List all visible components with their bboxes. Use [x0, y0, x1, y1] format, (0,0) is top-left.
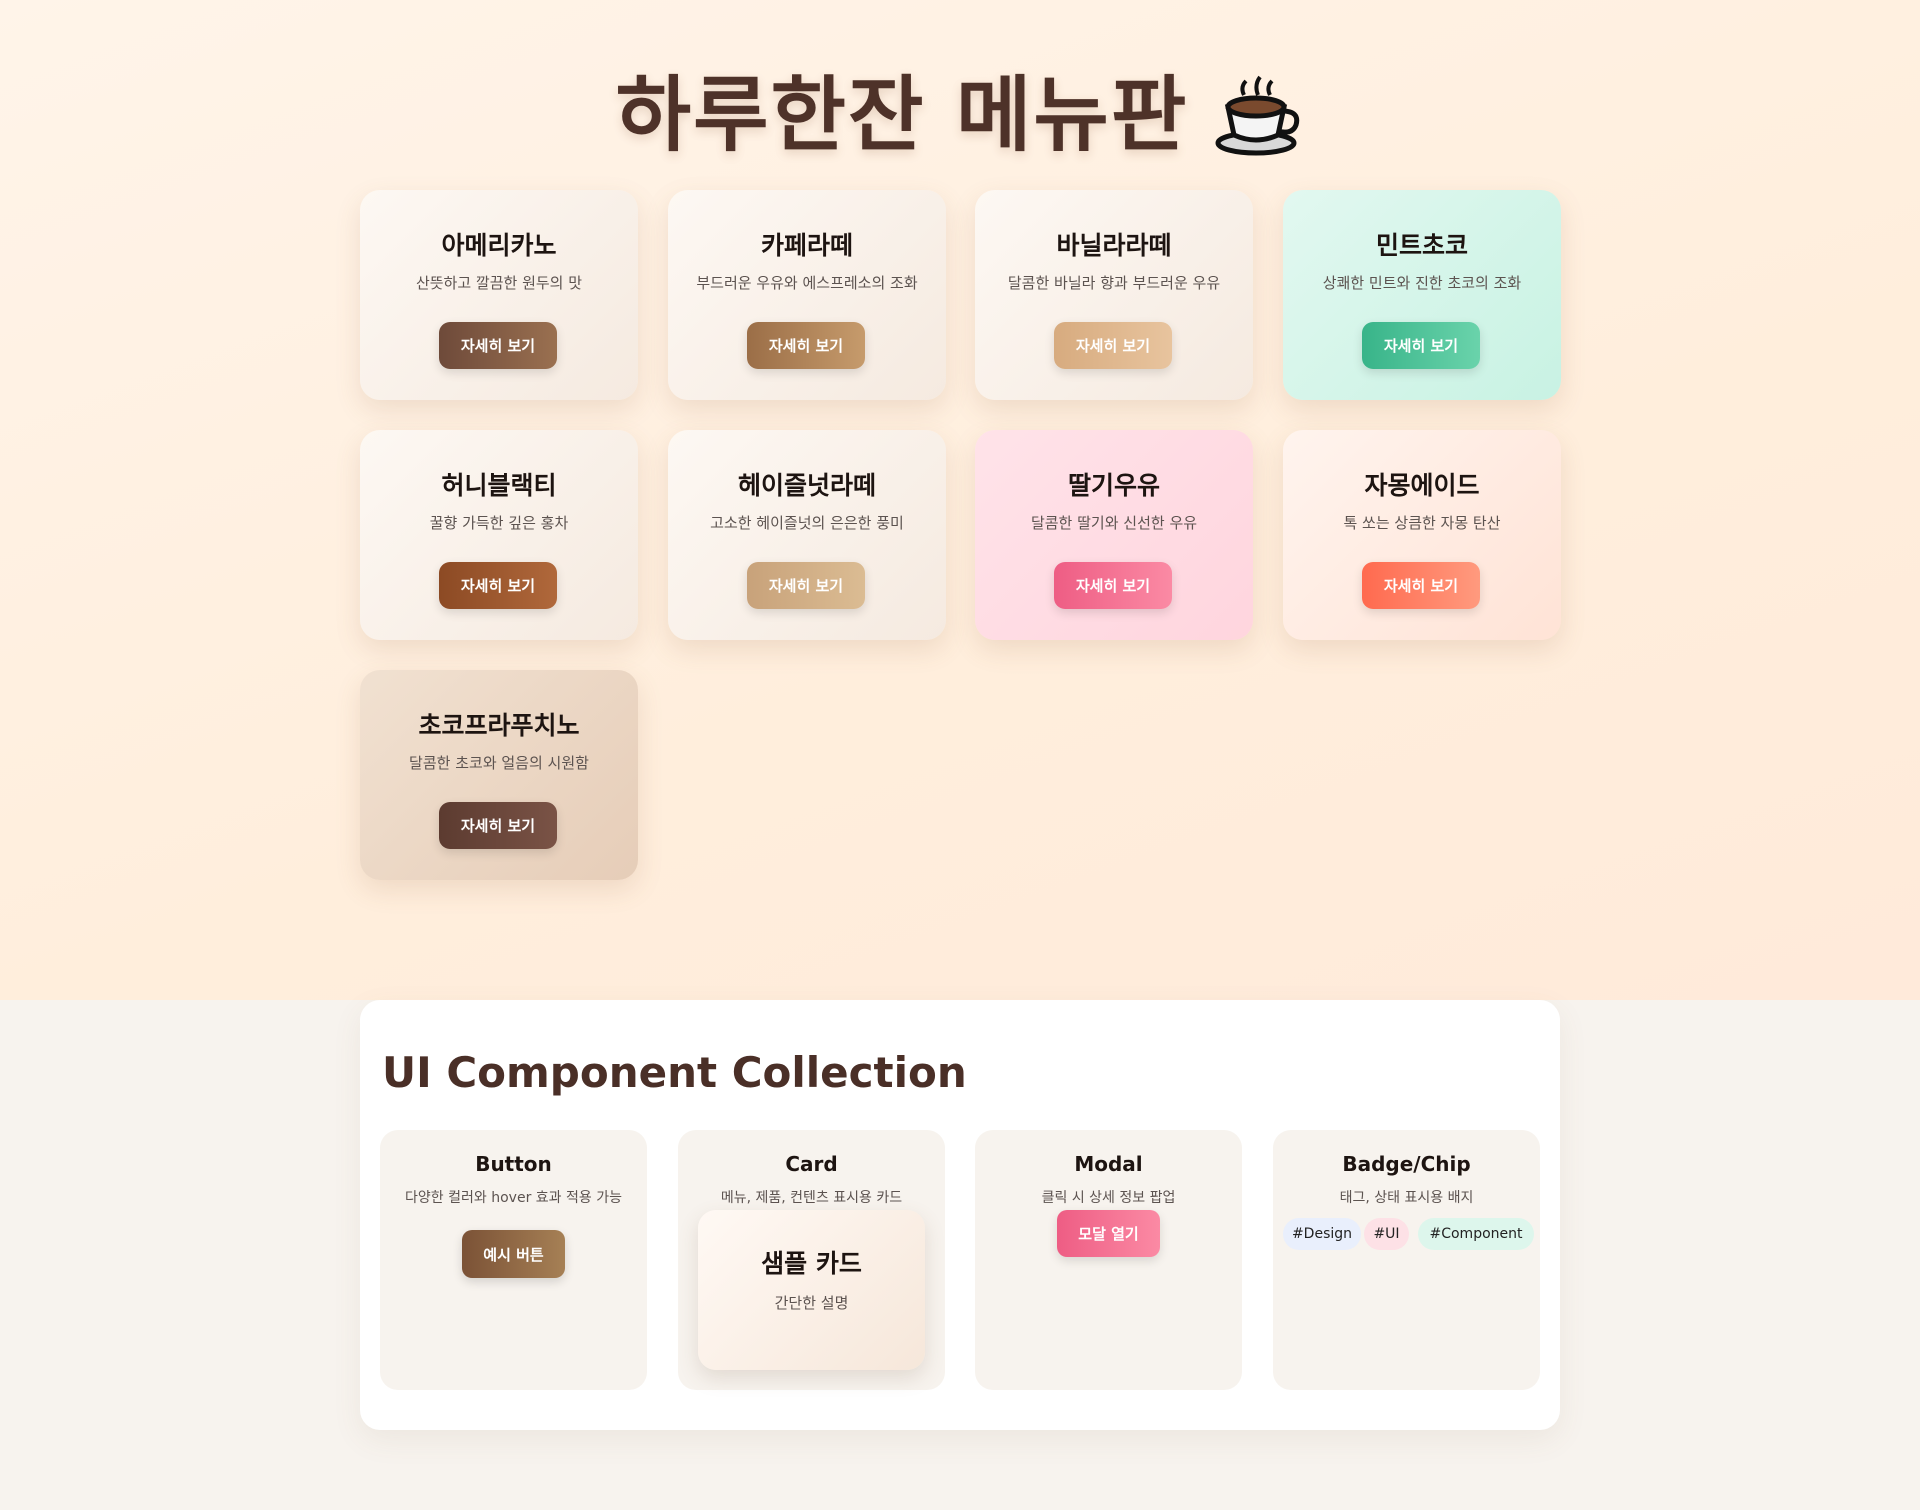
- example-button[interactable]: 예시 버튼: [462, 1230, 565, 1278]
- detail-button-grapefruit-ade[interactable]: 자세히 보기: [1362, 562, 1480, 609]
- menu-desc: 달콤한 바닐라 향과 부드러운 우유: [1007, 274, 1221, 292]
- detail-button-strawberry-milk[interactable]: 자세히 보기: [1054, 562, 1172, 609]
- menu-desc: 톡 쏘는 상큼한 자몽 탄산: [1343, 514, 1501, 532]
- open-modal-button[interactable]: 모달 열기: [1057, 1210, 1160, 1257]
- component-title: Badge/Chip: [1342, 1152, 1471, 1176]
- menu-desc: 산뜻하고 깔끔한 원두의 맛: [415, 274, 583, 292]
- component-desc: 태그, 상태 표시용 배지: [1339, 1190, 1474, 1206]
- menu-card-americano: 아메리카노 산뜻하고 깔끔한 원두의 맛 자세히 보기: [360, 190, 638, 400]
- detail-button-cafe-latte[interactable]: 자세히 보기: [747, 322, 865, 369]
- chip-design[interactable]: #Design: [1283, 1218, 1361, 1250]
- menu-name: 헤이즐넛라떼: [737, 471, 876, 500]
- menu-name: 허니블랙티: [441, 471, 557, 500]
- component-modal-panel: Modal 클릭 시 상세 정보 팝업 모달 열기: [975, 1130, 1242, 1390]
- menu-card-choco-frappuccino: 초코프라푸치노 달콤한 초코와 얼음의 시원함 자세히 보기: [360, 670, 638, 880]
- menu-desc: 부드러운 우유와 에스프레소의 조화: [696, 274, 918, 292]
- menu-card-mint-choco: 민트초코 상쾌한 민트와 진한 초코의 조화 자세히 보기: [1283, 190, 1561, 400]
- component-desc: 다양한 컬러와 hover 효과 적용 가능: [405, 1190, 622, 1206]
- menu-desc: 달콤한 초코와 얼음의 시원함: [409, 754, 589, 772]
- sample-card-desc: 간단한 설명: [774, 1294, 849, 1312]
- sample-card[interactable]: 샘플 카드 간단한 설명: [698, 1210, 925, 1370]
- detail-button-mint-choco[interactable]: 자세히 보기: [1362, 322, 1480, 369]
- menu-name: 딸기우유: [1067, 471, 1160, 500]
- component-title: Card: [785, 1152, 838, 1176]
- menu-card-grapefruit-ade: 자몽에이드 톡 쏘는 상큼한 자몽 탄산 자세히 보기: [1283, 430, 1561, 640]
- menu-card-cafe-latte: 카페라떼 부드러운 우유와 에스프레소의 조화 자세히 보기: [668, 190, 946, 400]
- menu-desc: 상쾌한 민트와 진한 초코의 조화: [1322, 274, 1522, 292]
- component-card-panel: Card 메뉴, 제품, 컨텐츠 표시용 카드 샘플 카드 간단한 설명: [678, 1130, 945, 1390]
- menu-desc: 달콤한 딸기와 신선한 우유: [1030, 514, 1198, 532]
- chip-list: #Design #UI #Component: [1273, 1218, 1540, 1250]
- menu-card-honey-black-tea: 허니블랙티 꿀향 가득한 깊은 홍차 자세히 보기: [360, 430, 638, 640]
- menu-name: 초코프라푸치노: [418, 711, 580, 740]
- coffee-cup-icon: [1212, 69, 1304, 161]
- menu-name: 민트초코: [1375, 231, 1468, 260]
- sample-card-title: 샘플 카드: [761, 1249, 862, 1278]
- component-title: Modal: [1074, 1152, 1143, 1176]
- detail-button-americano[interactable]: 자세히 보기: [439, 322, 557, 369]
- detail-button-vanilla-latte[interactable]: 자세히 보기: [1054, 322, 1172, 369]
- menu-card-hazelnut-latte: 헤이즐넛라떼 고소한 헤이즐넛의 은은한 풍미 자세히 보기: [668, 430, 946, 640]
- collection-title: UI Component Collection: [382, 1048, 967, 1097]
- component-collection: UI Component Collection Button 다양한 컬러와 h…: [360, 1000, 1560, 1430]
- component-button-panel: Button 다양한 컬러와 hover 효과 적용 가능 예시 버튼: [380, 1130, 647, 1390]
- component-desc: 클릭 시 상세 정보 팝업: [1041, 1190, 1176, 1206]
- component-desc: 메뉴, 제품, 컨텐츠 표시용 카드: [720, 1190, 903, 1206]
- menu-desc: 꿀향 가득한 깊은 홍차: [429, 514, 569, 532]
- page-title: 하루한잔 메뉴판: [0, 48, 1920, 167]
- menu-card-strawberry-milk: 딸기우유 달콤한 딸기와 신선한 우유 자세히 보기: [975, 430, 1253, 640]
- detail-button-choco-frappuccino[interactable]: 자세히 보기: [439, 802, 557, 849]
- component-badge-panel: Badge/Chip 태그, 상태 표시용 배지 #Design #UI #Co…: [1273, 1130, 1540, 1390]
- detail-button-hazelnut-latte[interactable]: 자세히 보기: [747, 562, 865, 609]
- menu-name: 자몽에이드: [1364, 471, 1480, 500]
- hero-section: 하루한잔 메뉴판 아메리카노 산뜻하고 깔끔한 원두의 맛 자세히 보기 카페라…: [0, 0, 1920, 1000]
- chip-ui[interactable]: #UI: [1364, 1218, 1409, 1250]
- detail-button-honey-black-tea[interactable]: 자세히 보기: [439, 562, 557, 609]
- menu-name: 바닐라라떼: [1056, 231, 1172, 260]
- menu-desc: 고소한 헤이즐넛의 은은한 풍미: [710, 514, 904, 532]
- page-title-text: 하루한잔 메뉴판: [615, 68, 1189, 163]
- component-title: Button: [475, 1152, 552, 1176]
- menu-card-vanilla-latte: 바닐라라떼 달콤한 바닐라 향과 부드러운 우유 자세히 보기: [975, 190, 1253, 400]
- menu-name: 아메리카노: [441, 231, 557, 260]
- menu-name: 카페라떼: [760, 231, 853, 260]
- chip-component[interactable]: #Component: [1418, 1218, 1534, 1250]
